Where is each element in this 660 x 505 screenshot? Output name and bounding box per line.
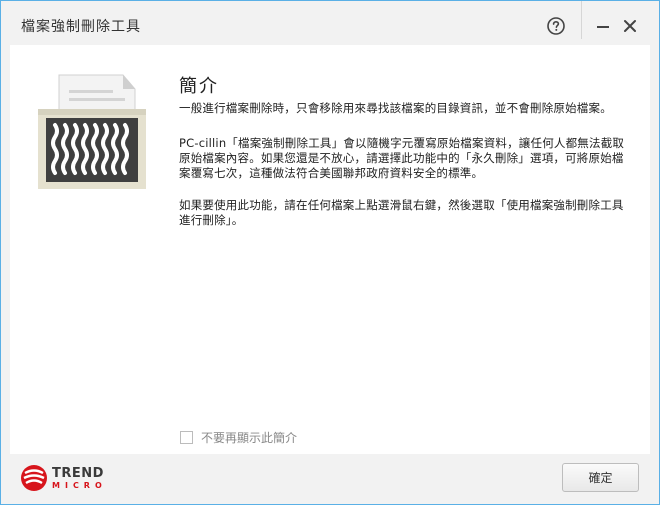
title-bar[interactable]: 檔案強制刪除工具 [1,1,659,47]
window-title: 檔案強制刪除工具 [21,19,141,35]
dont-show-again-checkbox[interactable] [180,430,193,444]
title-bar-divider [581,1,582,39]
footer-bar: TREND MICRO 確定 [1,455,659,504]
intro-heading: 簡介 [179,76,219,97]
shredder-icon [35,73,150,193]
dont-show-again-label: 不要再顯示此簡介 [201,430,298,445]
brand-name-top: TREND [52,466,104,481]
ok-button[interactable]: 確定 [562,463,639,492]
trend-micro-logo-icon: TREND MICRO [20,463,120,493]
dont-show-again-option[interactable]: 不要再顯示此簡介 [180,429,297,445]
intro-paragraph-3: 如果要使用此功能，請在任何檔案上點選滑鼠右鍵，然後選取「使用檔案強制刪除工具進行… [179,198,624,227]
intro-paragraph-2: PC-cillin「檔案強制刪除工具」會以隨機字元覆寫原始檔案資料，讓任何人都無… [179,136,625,180]
minimize-icon[interactable] [595,18,611,34]
brand-name-bottom: MICRO [52,481,107,490]
content-panel: 簡介 一般進行檔案刪除時，只會移除用來尋找該檔案的目錄資訊，並不會刪除原始檔案。… [10,45,650,454]
intro-paragraph-1: 一般進行檔案刪除時，只會移除用來尋找該檔案的目錄資訊，並不會刪除原始檔案。 [179,101,612,115]
dialog-window: 檔案強制刪除工具 簡介 一般進行檔案刪除時，只會移除用來尋找該檔案的目錄資訊，並… [0,0,660,505]
help-icon[interactable] [547,17,565,35]
close-icon[interactable] [622,18,638,34]
